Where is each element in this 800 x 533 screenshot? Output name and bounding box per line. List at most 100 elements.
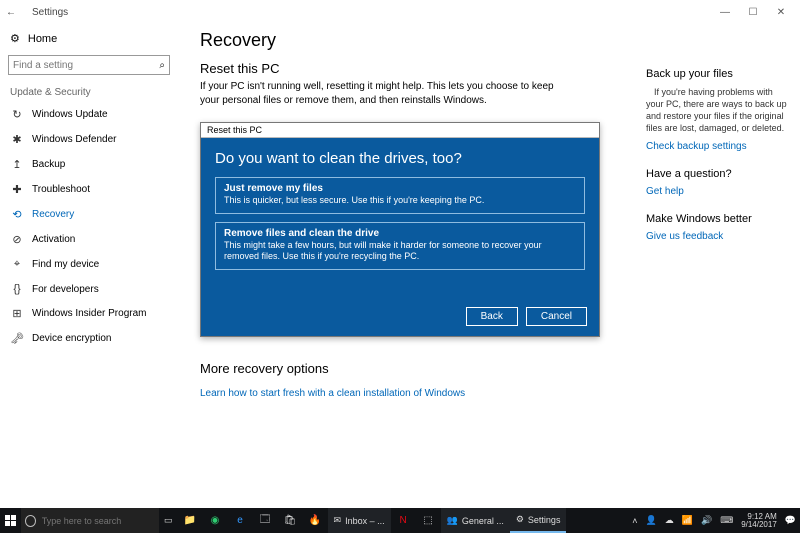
sidebar-item-label: Device encryption xyxy=(32,333,111,344)
backup-desc: If you're having problems with your PC, … xyxy=(646,86,790,135)
activation-icon: ⊘ xyxy=(10,233,24,246)
app-icon: 🔥 xyxy=(308,515,323,526)
mail-icon: ✉ xyxy=(334,515,342,526)
taskbar-app-settings[interactable]: ⚙Settings xyxy=(510,508,567,533)
better-heading: Make Windows better xyxy=(646,213,790,225)
taskbar-app-label: General ... xyxy=(462,516,504,526)
reset-pc-desc: If your PC isn't running well, resetting… xyxy=(200,80,560,107)
sidebar-item-windows-defender[interactable]: ✱ Windows Defender xyxy=(8,127,170,152)
sidebar-item-insider[interactable]: ⊞Windows Insider Program xyxy=(8,301,170,326)
sidebar-item-activation[interactable]: ⊘ Activation xyxy=(8,227,170,252)
notification-icon: 💬 xyxy=(785,515,796,526)
tray-network[interactable]: 📶 xyxy=(678,508,697,533)
fresh-start-link[interactable]: Learn how to start fresh with a clean in… xyxy=(200,388,465,399)
option-title: Remove files and clean the drive xyxy=(224,228,576,239)
option-desc: This is quicker, but less secure. Use th… xyxy=(224,195,576,207)
option-just-remove-files[interactable]: Just remove my files This is quicker, bu… xyxy=(215,177,585,214)
sidebar-item-windows-update[interactable]: ↻ Windows Update xyxy=(8,102,170,127)
app-icon: ⬚ xyxy=(421,515,436,526)
app-icon: 🗔 xyxy=(258,515,273,526)
taskbar-search-input[interactable] xyxy=(42,516,153,526)
tray-people[interactable]: 👤 xyxy=(642,508,661,533)
task-view-icon: ▭ xyxy=(164,515,173,526)
tray-onedrive[interactable]: ☁ xyxy=(661,508,678,533)
sidebar-item-device-encryption[interactable]: 🗝Device encryption xyxy=(8,326,170,351)
sidebar-item-recovery[interactable]: ⟲ Recovery xyxy=(8,202,170,227)
tray-input[interactable]: ⌨ xyxy=(716,508,737,533)
code-icon: {} xyxy=(10,283,24,295)
sidebar-item-troubleshoot[interactable]: ✚ Troubleshoot xyxy=(8,177,170,202)
edge-icon: e xyxy=(233,515,248,526)
tray-overflow[interactable]: ˄ xyxy=(628,508,641,533)
back-button[interactable]: Back xyxy=(466,307,518,326)
more-recovery-heading: More recovery options xyxy=(200,361,638,376)
taskbar-app-mail[interactable]: ✉Inbox – ... xyxy=(328,508,391,533)
pinned-app[interactable]: ◉ xyxy=(203,508,228,533)
sidebar-item-label: Windows Update xyxy=(32,109,108,120)
wifi-icon: 📶 xyxy=(682,515,693,526)
troubleshoot-icon: ✚ xyxy=(10,183,24,196)
taskbar-app-teams[interactable]: 👥 General ... xyxy=(441,508,510,533)
maximize-button[interactable]: ☐ xyxy=(744,5,762,19)
locate-icon: ⌖ xyxy=(10,258,24,271)
sidebar-item-label: Activation xyxy=(32,234,75,245)
pinned-app[interactable]: N xyxy=(391,508,416,533)
option-remove-and-clean[interactable]: Remove files and clean the drive This mi… xyxy=(215,222,585,270)
home-nav[interactable]: ⚙ Home xyxy=(8,28,170,49)
sidebar-item-label: For developers xyxy=(32,284,99,295)
feedback-link[interactable]: Give us feedback xyxy=(646,231,790,242)
pinned-app-store[interactable]: 🛍 xyxy=(278,508,303,533)
pinned-app[interactable]: 📁 xyxy=(178,508,203,533)
get-help-link[interactable]: Get help xyxy=(646,186,790,197)
taskbar-app-label: Inbox – ... xyxy=(345,516,385,526)
sidebar-item-label: Recovery xyxy=(32,209,74,220)
store-icon: 🛍 xyxy=(283,515,298,526)
taskbar-search[interactable] xyxy=(21,508,159,533)
start-button[interactable] xyxy=(0,508,21,533)
pinned-app-edge[interactable]: e xyxy=(228,508,253,533)
reset-pc-dialog: Reset this PC Do you want to clean the d… xyxy=(200,122,600,337)
sidebar-item-label: Troubleshoot xyxy=(32,184,90,195)
option-desc: This might take a few hours, but will ma… xyxy=(224,240,576,263)
check-backup-link[interactable]: Check backup settings xyxy=(646,141,790,152)
back-button[interactable]: ← xyxy=(4,5,18,19)
reset-pc-heading: Reset this PC xyxy=(200,61,638,76)
sidebar-group-label: Update & Security xyxy=(10,87,168,98)
sidebar-item-for-developers[interactable]: {} For developers xyxy=(8,277,170,301)
option-title: Just remove my files xyxy=(224,183,576,194)
app-icon: ◉ xyxy=(208,515,223,526)
gear-icon: ⚙ xyxy=(10,32,20,45)
search-input[interactable] xyxy=(13,60,159,71)
people-icon: 👤 xyxy=(646,515,657,526)
sidebar: ⚙ Home ⌕ Update & Security ↻ Windows Upda… xyxy=(0,24,178,508)
keyboard-icon: ⌨ xyxy=(720,515,733,526)
minimize-button[interactable]: — xyxy=(716,5,734,19)
app-icon: N xyxy=(396,515,411,526)
sidebar-item-label: Windows Defender xyxy=(32,134,116,145)
sidebar-item-label: Backup xyxy=(32,159,65,170)
dialog-title: Reset this PC xyxy=(201,123,599,138)
pinned-app[interactable]: ⬚ xyxy=(416,508,441,533)
sidebar-item-find-my-device[interactable]: ⌖Find my device xyxy=(8,252,170,277)
find-setting-search[interactable]: ⌕ xyxy=(8,55,170,75)
close-button[interactable]: ✕ xyxy=(772,5,790,19)
sidebar-item-backup[interactable]: ↥ Backup xyxy=(8,152,170,177)
backup-icon: ↥ xyxy=(10,158,24,171)
tray-volume[interactable]: 🔊 xyxy=(697,508,716,533)
cloud-icon: ☁ xyxy=(665,515,674,526)
pinned-app[interactable]: 🗔 xyxy=(253,508,278,533)
main-content: Recovery Reset this PC If your PC isn't … xyxy=(178,24,642,508)
chevron-up-icon: ˄ xyxy=(632,516,637,526)
page-title: Recovery xyxy=(200,30,638,51)
cancel-button[interactable]: Cancel xyxy=(526,307,587,326)
search-icon: ⌕ xyxy=(159,60,165,71)
task-view-button[interactable]: ▭ xyxy=(159,508,178,533)
sync-icon: ↻ xyxy=(10,108,24,121)
gear-icon: ⚙ xyxy=(516,514,524,525)
tray-clock[interactable]: 9:12 AM 9/14/2017 xyxy=(737,513,781,529)
shield-icon: ✱ xyxy=(10,133,24,146)
pinned-app[interactable]: 🔥 xyxy=(303,508,328,533)
recovery-icon: ⟲ xyxy=(10,208,24,221)
teams-icon: 👥 xyxy=(447,515,458,526)
action-center[interactable]: 💬 xyxy=(781,508,800,533)
